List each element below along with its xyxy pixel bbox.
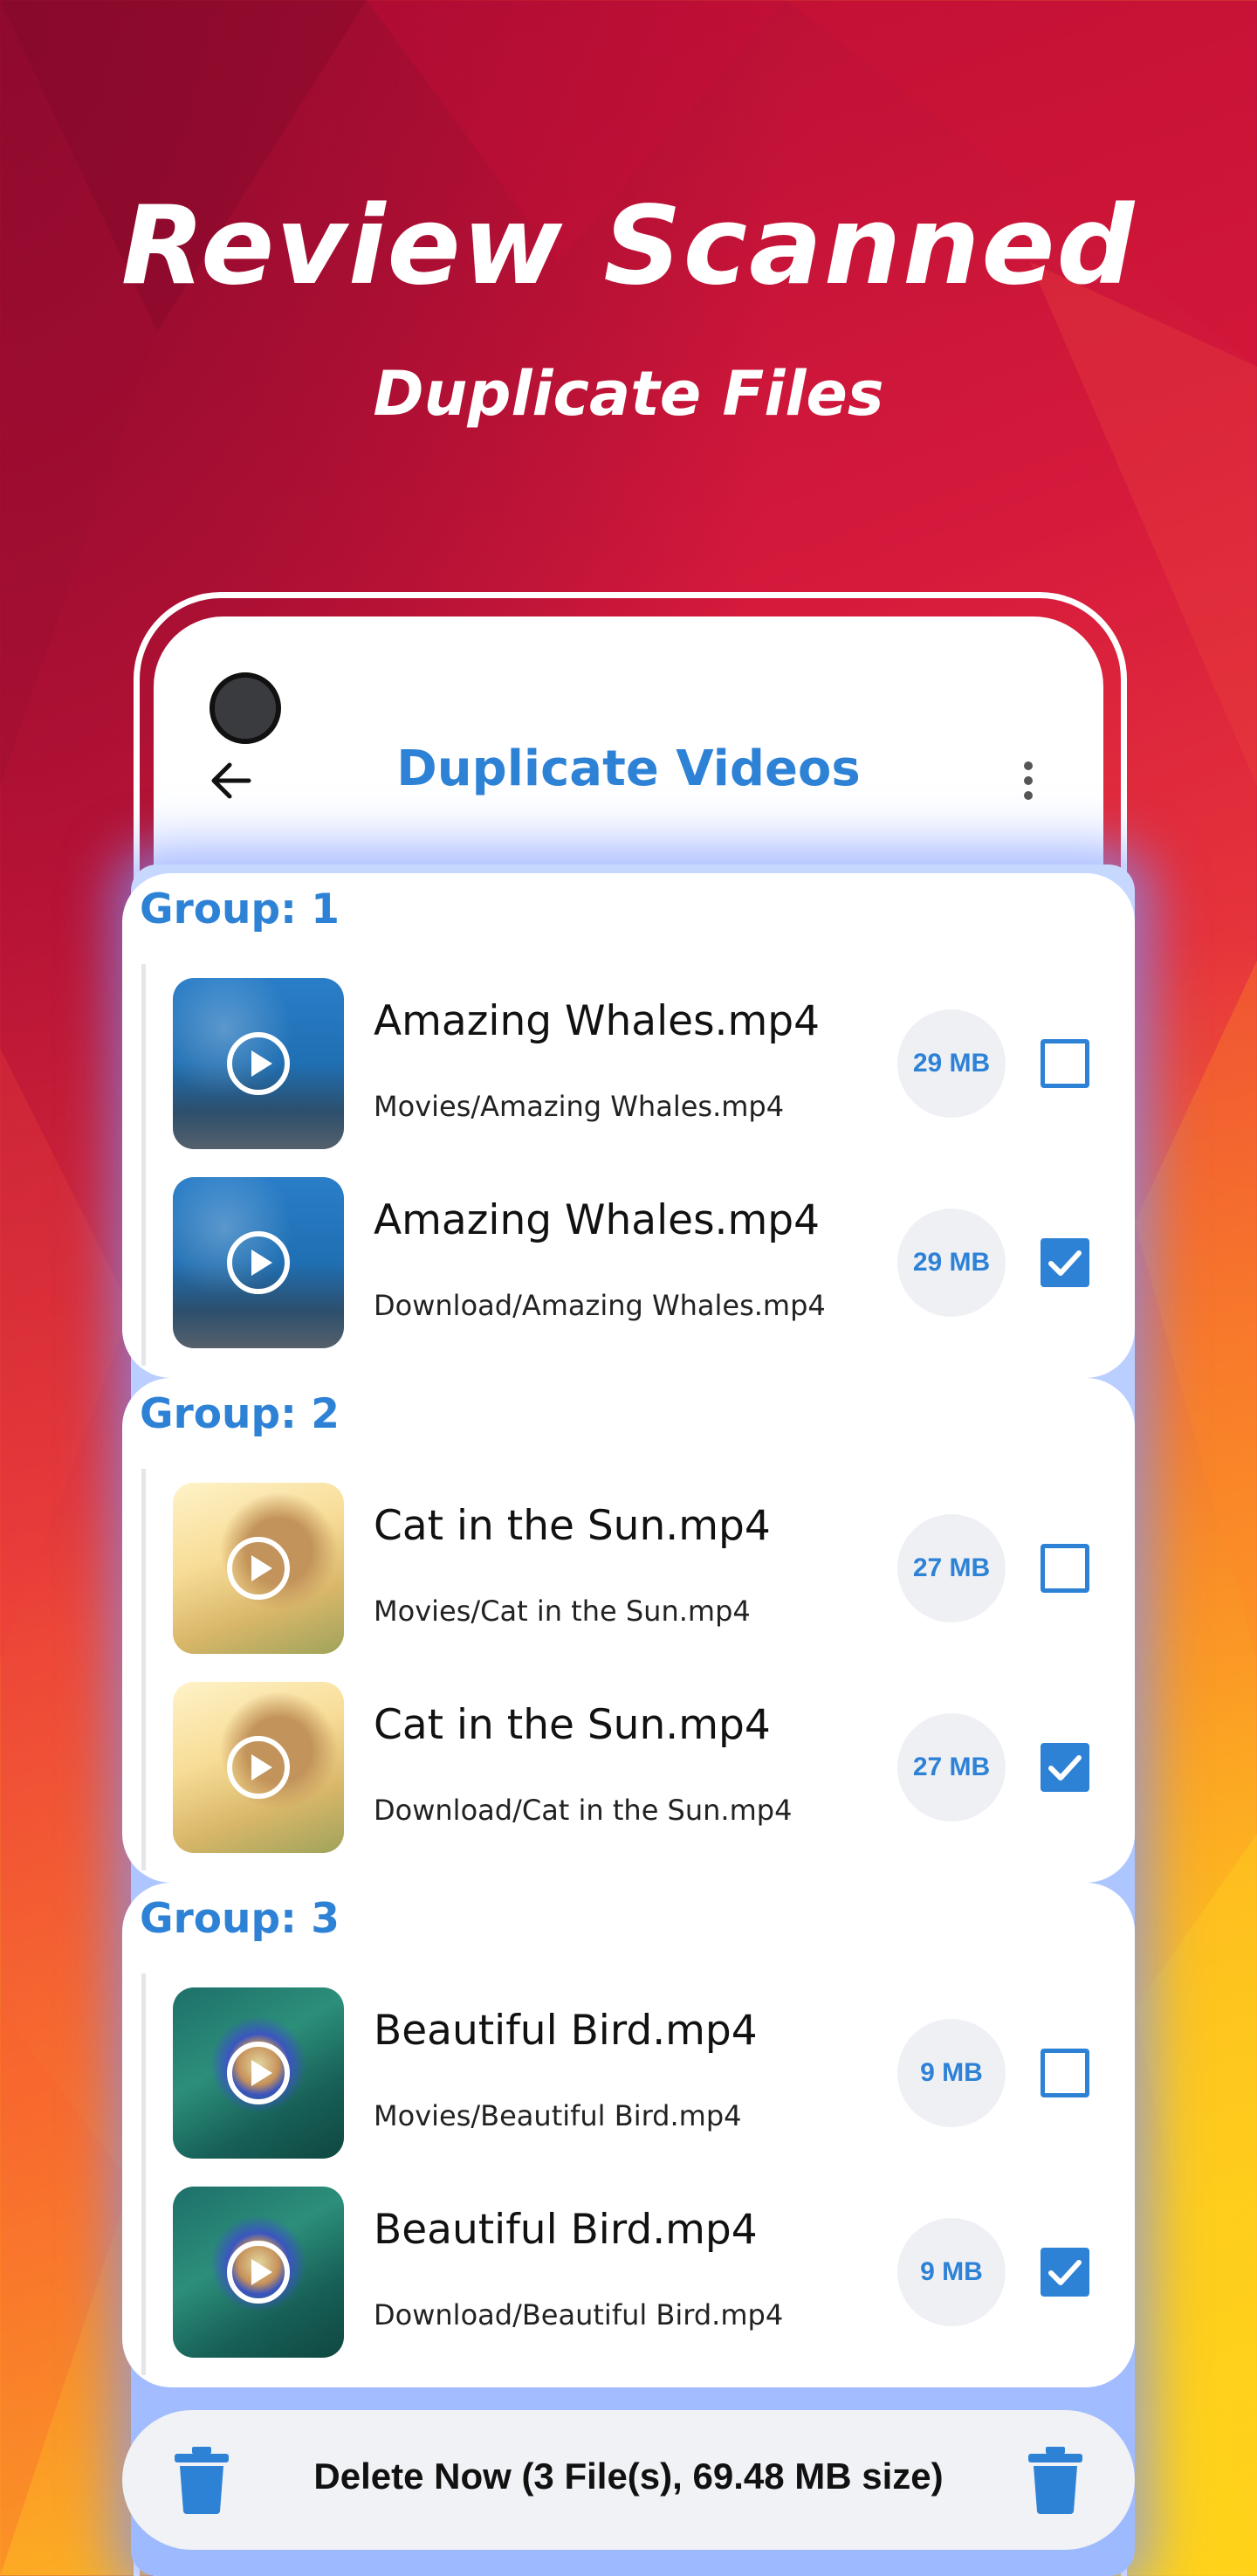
- group-rail: [141, 1469, 146, 1870]
- file-path: Movies/Beautiful Bird.mp4: [374, 2099, 742, 2132]
- group-card-3: Group: 3 Beautiful Bird.mp4 Movies/Beaut…: [122, 1883, 1135, 2387]
- size-badge: 9 MB: [897, 2019, 1006, 2127]
- group-card-1: Group: 1 Amazing Whales.mp4 Movies/Amazi…: [122, 873, 1135, 1378]
- file-path: Movies/Amazing Whales.mp4: [374, 1090, 785, 1123]
- file-name: Beautiful Bird.mp4: [374, 2206, 758, 2254]
- size-badge: 29 MB: [897, 1009, 1006, 1118]
- play-icon: [227, 1537, 290, 1600]
- file-name: Amazing Whales.mp4: [374, 997, 821, 1045]
- play-icon: [227, 2241, 290, 2304]
- check-icon: [1048, 1755, 1082, 1780]
- trash-icon: [1028, 2447, 1082, 2514]
- screen-title: Duplicate Videos: [396, 740, 861, 797]
- video-thumbnail[interactable]: [173, 1483, 344, 1654]
- front-camera: [210, 672, 281, 744]
- file-row[interactable]: Cat in the Sun.mp4 Download/Cat in the S…: [173, 1682, 1116, 1853]
- video-thumbnail[interactable]: [173, 1987, 344, 2159]
- select-checkbox[interactable]: [1041, 2049, 1089, 2097]
- file-row[interactable]: Amazing Whales.mp4 Movies/Amazing Whales…: [173, 978, 1116, 1149]
- back-arrow-icon[interactable]: [206, 756, 255, 805]
- play-icon: [227, 1736, 290, 1799]
- file-name: Beautiful Bird.mp4: [374, 2007, 758, 2055]
- file-row[interactable]: Beautiful Bird.mp4 Download/Beautiful Bi…: [173, 2187, 1116, 2358]
- file-path: Movies/Cat in the Sun.mp4: [374, 1595, 751, 1628]
- promo-headline: Review Scanned: [120, 183, 1137, 309]
- video-thumbnail[interactable]: [173, 2187, 344, 2358]
- file-name: Cat in the Sun.mp4: [374, 1701, 771, 1749]
- select-checkbox-checked[interactable]: [1041, 1238, 1089, 1287]
- more-vertical-icon[interactable]: [1013, 756, 1044, 805]
- delete-now-label: Delete Now (3 File(s), 69.48 MB size): [313, 2455, 944, 2497]
- group-rail: [141, 964, 146, 1366]
- play-icon: [227, 1231, 290, 1294]
- select-checkbox[interactable]: [1041, 1544, 1089, 1593]
- file-name: Cat in the Sun.mp4: [374, 1502, 771, 1550]
- size-badge: 27 MB: [897, 1713, 1006, 1822]
- select-checkbox[interactable]: [1041, 1039, 1089, 1088]
- video-thumbnail[interactable]: [173, 1682, 344, 1853]
- size-badge: 29 MB: [897, 1209, 1006, 1317]
- size-badge: 9 MB: [897, 2218, 1006, 2326]
- delete-now-button[interactable]: Delete Now (3 File(s), 69.48 MB size): [122, 2410, 1135, 2550]
- group-label: Group: 2: [140, 1390, 340, 1438]
- file-path: Download/Amazing Whales.mp4: [374, 1289, 826, 1322]
- video-thumbnail[interactable]: [173, 978, 344, 1149]
- select-checkbox-checked[interactable]: [1041, 2248, 1089, 2297]
- check-icon: [1048, 2260, 1082, 2285]
- check-icon: [1048, 1250, 1082, 1276]
- promo-subheadline: Duplicate Files: [373, 358, 884, 430]
- file-path: Download/Cat in the Sun.mp4: [374, 1794, 793, 1827]
- group-label: Group: 3: [140, 1895, 340, 1943]
- file-row[interactable]: Cat in the Sun.mp4 Movies/Cat in the Sun…: [173, 1483, 1116, 1654]
- group-label: Group: 1: [140, 885, 340, 933]
- file-row[interactable]: Beautiful Bird.mp4 Movies/Beautiful Bird…: [173, 1987, 1116, 2159]
- file-row[interactable]: Amazing Whales.mp4 Download/Amazing Whal…: [173, 1177, 1116, 1348]
- group-card-2: Group: 2 Cat in the Sun.mp4 Movies/Cat i…: [122, 1378, 1135, 1883]
- play-icon: [227, 1032, 290, 1095]
- select-checkbox-checked[interactable]: [1041, 1743, 1089, 1792]
- file-name: Amazing Whales.mp4: [374, 1196, 821, 1244]
- file-path: Download/Beautiful Bird.mp4: [374, 2298, 784, 2331]
- size-badge: 27 MB: [897, 1514, 1006, 1622]
- play-icon: [227, 2042, 290, 2104]
- video-thumbnail[interactable]: [173, 1177, 344, 1348]
- group-rail: [141, 1973, 146, 2375]
